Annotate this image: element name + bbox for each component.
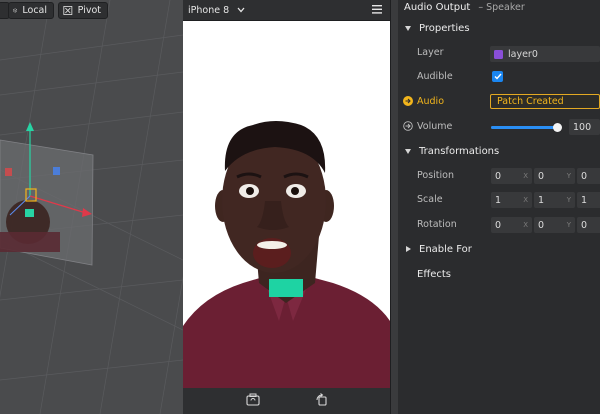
audio-row: Audio Patch Created xyxy=(398,91,600,113)
audible-row: Audible xyxy=(398,66,600,88)
position-y-value: 0 xyxy=(538,170,545,182)
section-transformations-label: Transformations xyxy=(419,145,500,157)
axis-y-label: Y xyxy=(566,221,571,229)
scale-y-field[interactable]: 1Y xyxy=(534,192,575,208)
rotation-z-field[interactable]: 0 xyxy=(577,217,600,233)
inspector-subtitle: – Speaker xyxy=(478,1,525,13)
position-y-field[interactable]: 0Y xyxy=(534,168,575,184)
volume-label: Volume xyxy=(417,121,453,132)
audible-label: Audible xyxy=(417,71,453,82)
section-effects[interactable]: Effects xyxy=(398,263,600,285)
patch-connector-icon[interactable] xyxy=(403,96,413,106)
simulator-bottom-toolbar xyxy=(183,388,390,414)
position-label: Position xyxy=(417,170,454,181)
scale-x-value: 1 xyxy=(495,194,502,206)
device-name: iPhone 8 xyxy=(188,4,230,16)
inspector-header: Audio Output – Speaker xyxy=(398,0,600,14)
section-effects-label: Effects xyxy=(417,268,451,280)
axis-x-label: X xyxy=(523,196,528,204)
simulator-toolbar: iPhone 8 xyxy=(183,0,390,21)
axis-x-label: X xyxy=(523,221,528,229)
camera-preview xyxy=(183,21,390,388)
menu-icon[interactable] xyxy=(372,5,382,14)
inspector-title: Audio Output xyxy=(404,1,471,13)
section-enable-for[interactable]: Enable For xyxy=(398,238,600,260)
cube-icon xyxy=(13,8,18,13)
scale-y-value: 1 xyxy=(538,194,545,206)
pivot-label: Pivot xyxy=(77,5,101,16)
scene-viewport[interactable]: Local Pivot xyxy=(0,0,183,414)
position-z-field[interactable]: 0 xyxy=(577,168,600,184)
axis-x-label: X xyxy=(523,172,528,180)
section-properties-label: Properties xyxy=(419,22,470,34)
volume-slider-thumb[interactable] xyxy=(552,122,562,132)
axis-y-label: Y xyxy=(566,196,571,204)
device-dropdown[interactable]: iPhone 8 xyxy=(188,2,245,18)
arrow-right-icon xyxy=(405,98,411,104)
audio-output-marker[interactable] xyxy=(269,279,303,297)
position-z-value: 0 xyxy=(581,170,588,182)
section-enable-for-label: Enable For xyxy=(419,243,472,255)
inspector-panel: Audio Output – Speaker Properties Layer … xyxy=(398,0,600,414)
rotation-x-field[interactable]: 0X xyxy=(491,217,532,233)
panel-divider[interactable] xyxy=(390,0,398,414)
device-simulator: iPhone 8 xyxy=(183,0,390,414)
volume-slider[interactable] xyxy=(491,122,562,132)
audible-checkbox[interactable] xyxy=(492,71,503,82)
volume-value-field[interactable]: 100 xyxy=(569,119,600,135)
scale-z-value: 1 xyxy=(581,194,588,206)
collapse-arrow-icon xyxy=(405,25,411,31)
scale-label: Scale xyxy=(417,194,443,205)
section-transformations[interactable]: Transformations xyxy=(398,140,600,162)
local-space-label: Local xyxy=(22,5,47,16)
rotation-x-value: 0 xyxy=(495,219,502,231)
layer-value: layer0 xyxy=(508,48,538,60)
collapse-arrow-icon xyxy=(405,148,411,154)
layer-row: Layer layer0 xyxy=(398,42,600,64)
rotate-device-icon[interactable] xyxy=(315,393,328,406)
layer-dropdown[interactable]: layer0 xyxy=(490,46,600,62)
volume-slider-fill xyxy=(491,126,557,129)
checkmark-icon xyxy=(494,73,502,80)
rotation-row: Rotation 0X 0Y 0 xyxy=(398,214,600,236)
section-properties[interactable]: Properties xyxy=(398,17,600,39)
volume-value: 100 xyxy=(573,121,592,133)
axis-y-label: Y xyxy=(566,172,571,180)
expand-arrow-icon xyxy=(406,246,411,252)
layer-label: Layer xyxy=(417,47,444,58)
face-camera-feed xyxy=(183,121,390,388)
audio-label: Audio xyxy=(417,96,445,107)
local-space-button[interactable]: Local xyxy=(8,2,54,19)
audio-source-value: Patch Created xyxy=(497,96,564,107)
chevron-down-icon xyxy=(237,7,245,13)
layer-color-swatch xyxy=(494,49,503,59)
volume-connector-icon[interactable] xyxy=(403,121,413,131)
rotation-label: Rotation xyxy=(417,219,457,230)
volume-row: Volume 100 xyxy=(398,116,600,138)
position-row: Position 0X 0Y 0 xyxy=(398,165,600,187)
pivot-icon xyxy=(63,6,73,15)
scene-grid xyxy=(0,0,183,414)
flip-camera-icon[interactable] xyxy=(246,393,260,406)
rotation-y-field[interactable]: 0Y xyxy=(534,217,575,233)
position-x-field[interactable]: 0X xyxy=(491,168,532,184)
rotation-y-value: 0 xyxy=(538,219,545,231)
position-x-value: 0 xyxy=(495,170,502,182)
pivot-button[interactable]: Pivot xyxy=(58,2,108,19)
rotation-z-value: 0 xyxy=(581,219,588,231)
scale-row: Scale 1X 1Y 1 xyxy=(398,189,600,211)
scale-z-field[interactable]: 1 xyxy=(577,192,600,208)
audio-source-field[interactable]: Patch Created xyxy=(490,94,600,109)
scale-x-field[interactable]: 1X xyxy=(491,192,532,208)
arrow-right-circle-icon xyxy=(403,121,413,131)
